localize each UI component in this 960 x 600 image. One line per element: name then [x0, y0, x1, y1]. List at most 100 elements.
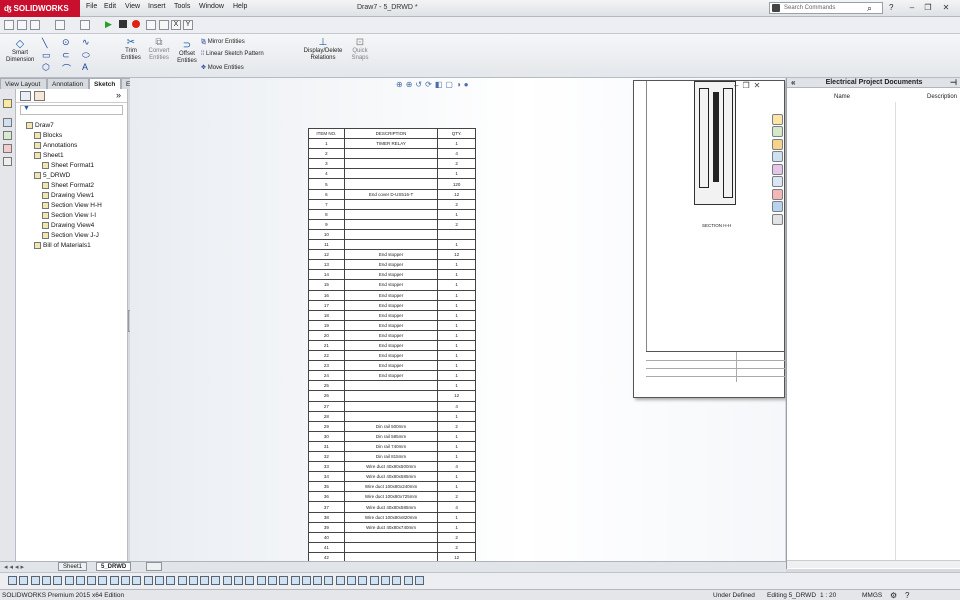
task-pane-scrollbar[interactable] — [787, 560, 960, 568]
record-macro-icon[interactable] — [132, 20, 140, 28]
previous-view-icon[interactable]: ↺ — [415, 80, 425, 89]
tree-item[interactable]: Drawing View1 — [26, 191, 127, 201]
slot-tool-icon[interactable]: ⊂ — [62, 50, 70, 61]
rectangle-tool-icon[interactable]: ▭ — [42, 50, 51, 61]
polygon-tool-icon[interactable] — [53, 576, 63, 585]
convert-entities-button[interactable]: ⧉ Convert Entities — [145, 37, 173, 62]
bom-row[interactable]: 34 Wire duct 40x80x585mm 1 — [308, 471, 476, 483]
circle-tool-icon[interactable] — [30, 576, 40, 585]
mirror-entities-button[interactable]: ⧎ Mirror Entities — [201, 38, 245, 45]
rebuild-status-icon[interactable]: ⚙ — [890, 590, 897, 600]
merge-tool-icon[interactable] — [369, 576, 379, 585]
bom-row[interactable]: 41 — [308, 168, 476, 180]
tree-item[interactable]: Drawing View4 — [26, 221, 127, 231]
bom-row[interactable]: 25 1 — [308, 380, 476, 392]
bom-row[interactable]: 36 Wire duct 100x80x725mm 2 — [308, 491, 476, 503]
tree-item[interactable]: Sheet1 — [26, 151, 127, 161]
rebuild-icon[interactable] — [80, 20, 90, 30]
tree-item[interactable]: Blocks — [26, 131, 127, 141]
view-palette-icon[interactable] — [772, 163, 783, 175]
bom-row[interactable]: 39 Wire duct 40x80x740mm 1 — [308, 521, 476, 533]
polygon-tool-icon[interactable]: ⬡ — [42, 62, 50, 73]
vertical-tool-icon[interactable] — [290, 576, 300, 585]
edit-macro-icon[interactable] — [146, 20, 156, 30]
bom-row[interactable]: 72 — [308, 198, 476, 210]
spline-tool-icon[interactable]: ∿ — [82, 37, 90, 48]
bom-row[interactable]: 20 End stopper 1 — [308, 329, 476, 341]
bom-row[interactable]: 28 1 — [308, 410, 476, 422]
parallel-tool-icon[interactable] — [313, 576, 323, 585]
close-window-button[interactable]: ✕ — [940, 2, 952, 14]
bom-row[interactable]: 12 End stopper 12 — [308, 249, 476, 261]
heads-up-view-toolbar[interactable]: ⊕⊕↺⟳◧▢◑● — [396, 80, 472, 89]
tab-view-layout[interactable]: View Layout — [0, 78, 47, 89]
spline-tool-icon[interactable] — [177, 576, 187, 585]
custom-properties-icon[interactable] — [772, 188, 783, 200]
add-sheet-icon[interactable] — [146, 562, 162, 571]
bom-row[interactable]: 1 TIMER RELAY 1 — [308, 138, 476, 150]
feature-manager-icon[interactable] — [3, 99, 12, 108]
bom-row[interactable]: 40 2 — [308, 531, 476, 543]
slot-tool-icon[interactable] — [166, 576, 176, 585]
bom-row[interactable]: 21 End stopper 1 — [308, 339, 476, 352]
bom-row[interactable]: 6 End cover D-US516-T 12 — [308, 188, 476, 200]
tooltips-icon[interactable]: ? — [905, 590, 909, 600]
cabinet-section-drawing[interactable] — [694, 81, 736, 205]
menu-window[interactable]: Window — [199, 3, 224, 10]
offset-tool-icon[interactable] — [121, 576, 130, 585]
ellipse-tool-icon[interactable]: ⬭ — [82, 50, 90, 61]
bom-row[interactable]: 38 Wire duct 100x80x820mm 1 — [308, 511, 476, 523]
tree-item[interactable]: Sheet Format2 — [26, 181, 127, 191]
appearances-icon[interactable] — [772, 176, 783, 187]
trim-entities-button[interactable]: ✂ Trim Entities — [117, 37, 145, 62]
bom-row[interactable]: 33 Wire duct 40x80x500mm 4 — [308, 461, 476, 473]
text-tool-icon[interactable] — [87, 576, 97, 585]
help-icon[interactable]: ? — [889, 3, 893, 12]
bill-of-materials-table[interactable]: ITEM NO. DESCRIPTION QTY. 1 TIMER RELAY 1 2 4 3… — [308, 127, 476, 564]
file-explorer-icon[interactable] — [772, 151, 783, 162]
solidworks-logo[interactable]: ʤ SOLIDWORKS — [0, 0, 80, 17]
concentric-tool-icon[interactable] — [403, 576, 413, 585]
open-document-icon[interactable] — [17, 20, 27, 30]
bom-header-cell[interactable]: ITEM NO. — [308, 127, 345, 140]
menu-insert[interactable]: Insert — [148, 3, 166, 10]
sheet-window-controls[interactable]: –❐✕ — [734, 81, 764, 90]
tree-item[interactable]: Section View H-H — [26, 201, 127, 211]
tab-annotation[interactable]: Annotation — [47, 78, 89, 89]
play-macro-icon[interactable]: ▶ — [105, 19, 112, 30]
display-style-icon[interactable]: ▢ — [445, 80, 456, 89]
search-magnifier-icon[interactable]: ⌕ — [867, 3, 872, 14]
bom-row[interactable]: 29 Din rail 500mm 2 — [308, 420, 476, 432]
offset-entities-button[interactable]: ⊃ Offset Entities — [173, 40, 201, 65]
collinear-tool-icon[interactable] — [392, 576, 402, 585]
bom-header-cell[interactable]: QTY. — [437, 127, 476, 140]
bom-row[interactable]: 35 Wire duct 100x80x240mm 1 — [308, 481, 476, 493]
midpoint-tool-icon[interactable] — [347, 576, 356, 585]
parabola-tool-icon[interactable] — [200, 576, 210, 585]
bom-row[interactable]: 92 — [308, 218, 476, 230]
menu-view[interactable]: View — [125, 3, 140, 10]
search-commands-input[interactable]: Search Commands — [769, 2, 883, 14]
pierce-tool-icon[interactable] — [380, 576, 390, 585]
close-sheet-icon[interactable]: ✕ — [754, 81, 765, 90]
bom-row[interactable]: 32 Din rail 815mm 1 — [308, 450, 476, 463]
dimxpert-icon[interactable] — [3, 144, 12, 153]
circle-tool-icon[interactable]: ⊙ — [62, 37, 70, 48]
zoom-to-fit-icon[interactable]: ⊕ — [396, 80, 406, 89]
tree-item[interactable]: Sheet Format1 — [26, 161, 127, 171]
bom-row[interactable]: 22 End stopper 1 — [308, 350, 476, 362]
menu-edit[interactable]: Edit — [104, 3, 116, 10]
equal-tool-icon[interactable] — [335, 576, 345, 585]
bom-row[interactable]: 5 120 — [308, 178, 476, 190]
rotate-icon[interactable]: ⟳ — [425, 80, 435, 89]
tab-sketch[interactable]: Sketch — [89, 78, 121, 89]
quick-snaps-button[interactable]: ⊡ Quick Snaps — [348, 37, 372, 62]
design-library-icon[interactable] — [772, 138, 783, 150]
sheet-tab-5-drwd[interactable]: 5_DRWD — [96, 562, 132, 571]
fix-tool-icon[interactable] — [256, 576, 266, 585]
tree-item[interactable]: Bill of Materials1 — [26, 241, 127, 251]
tree-item[interactable]: Section View J-J — [26, 231, 127, 241]
expand-panel-icon[interactable]: » — [116, 90, 121, 100]
customize-icon[interactable]: Y — [183, 20, 193, 30]
select-icon[interactable] — [55, 20, 65, 30]
